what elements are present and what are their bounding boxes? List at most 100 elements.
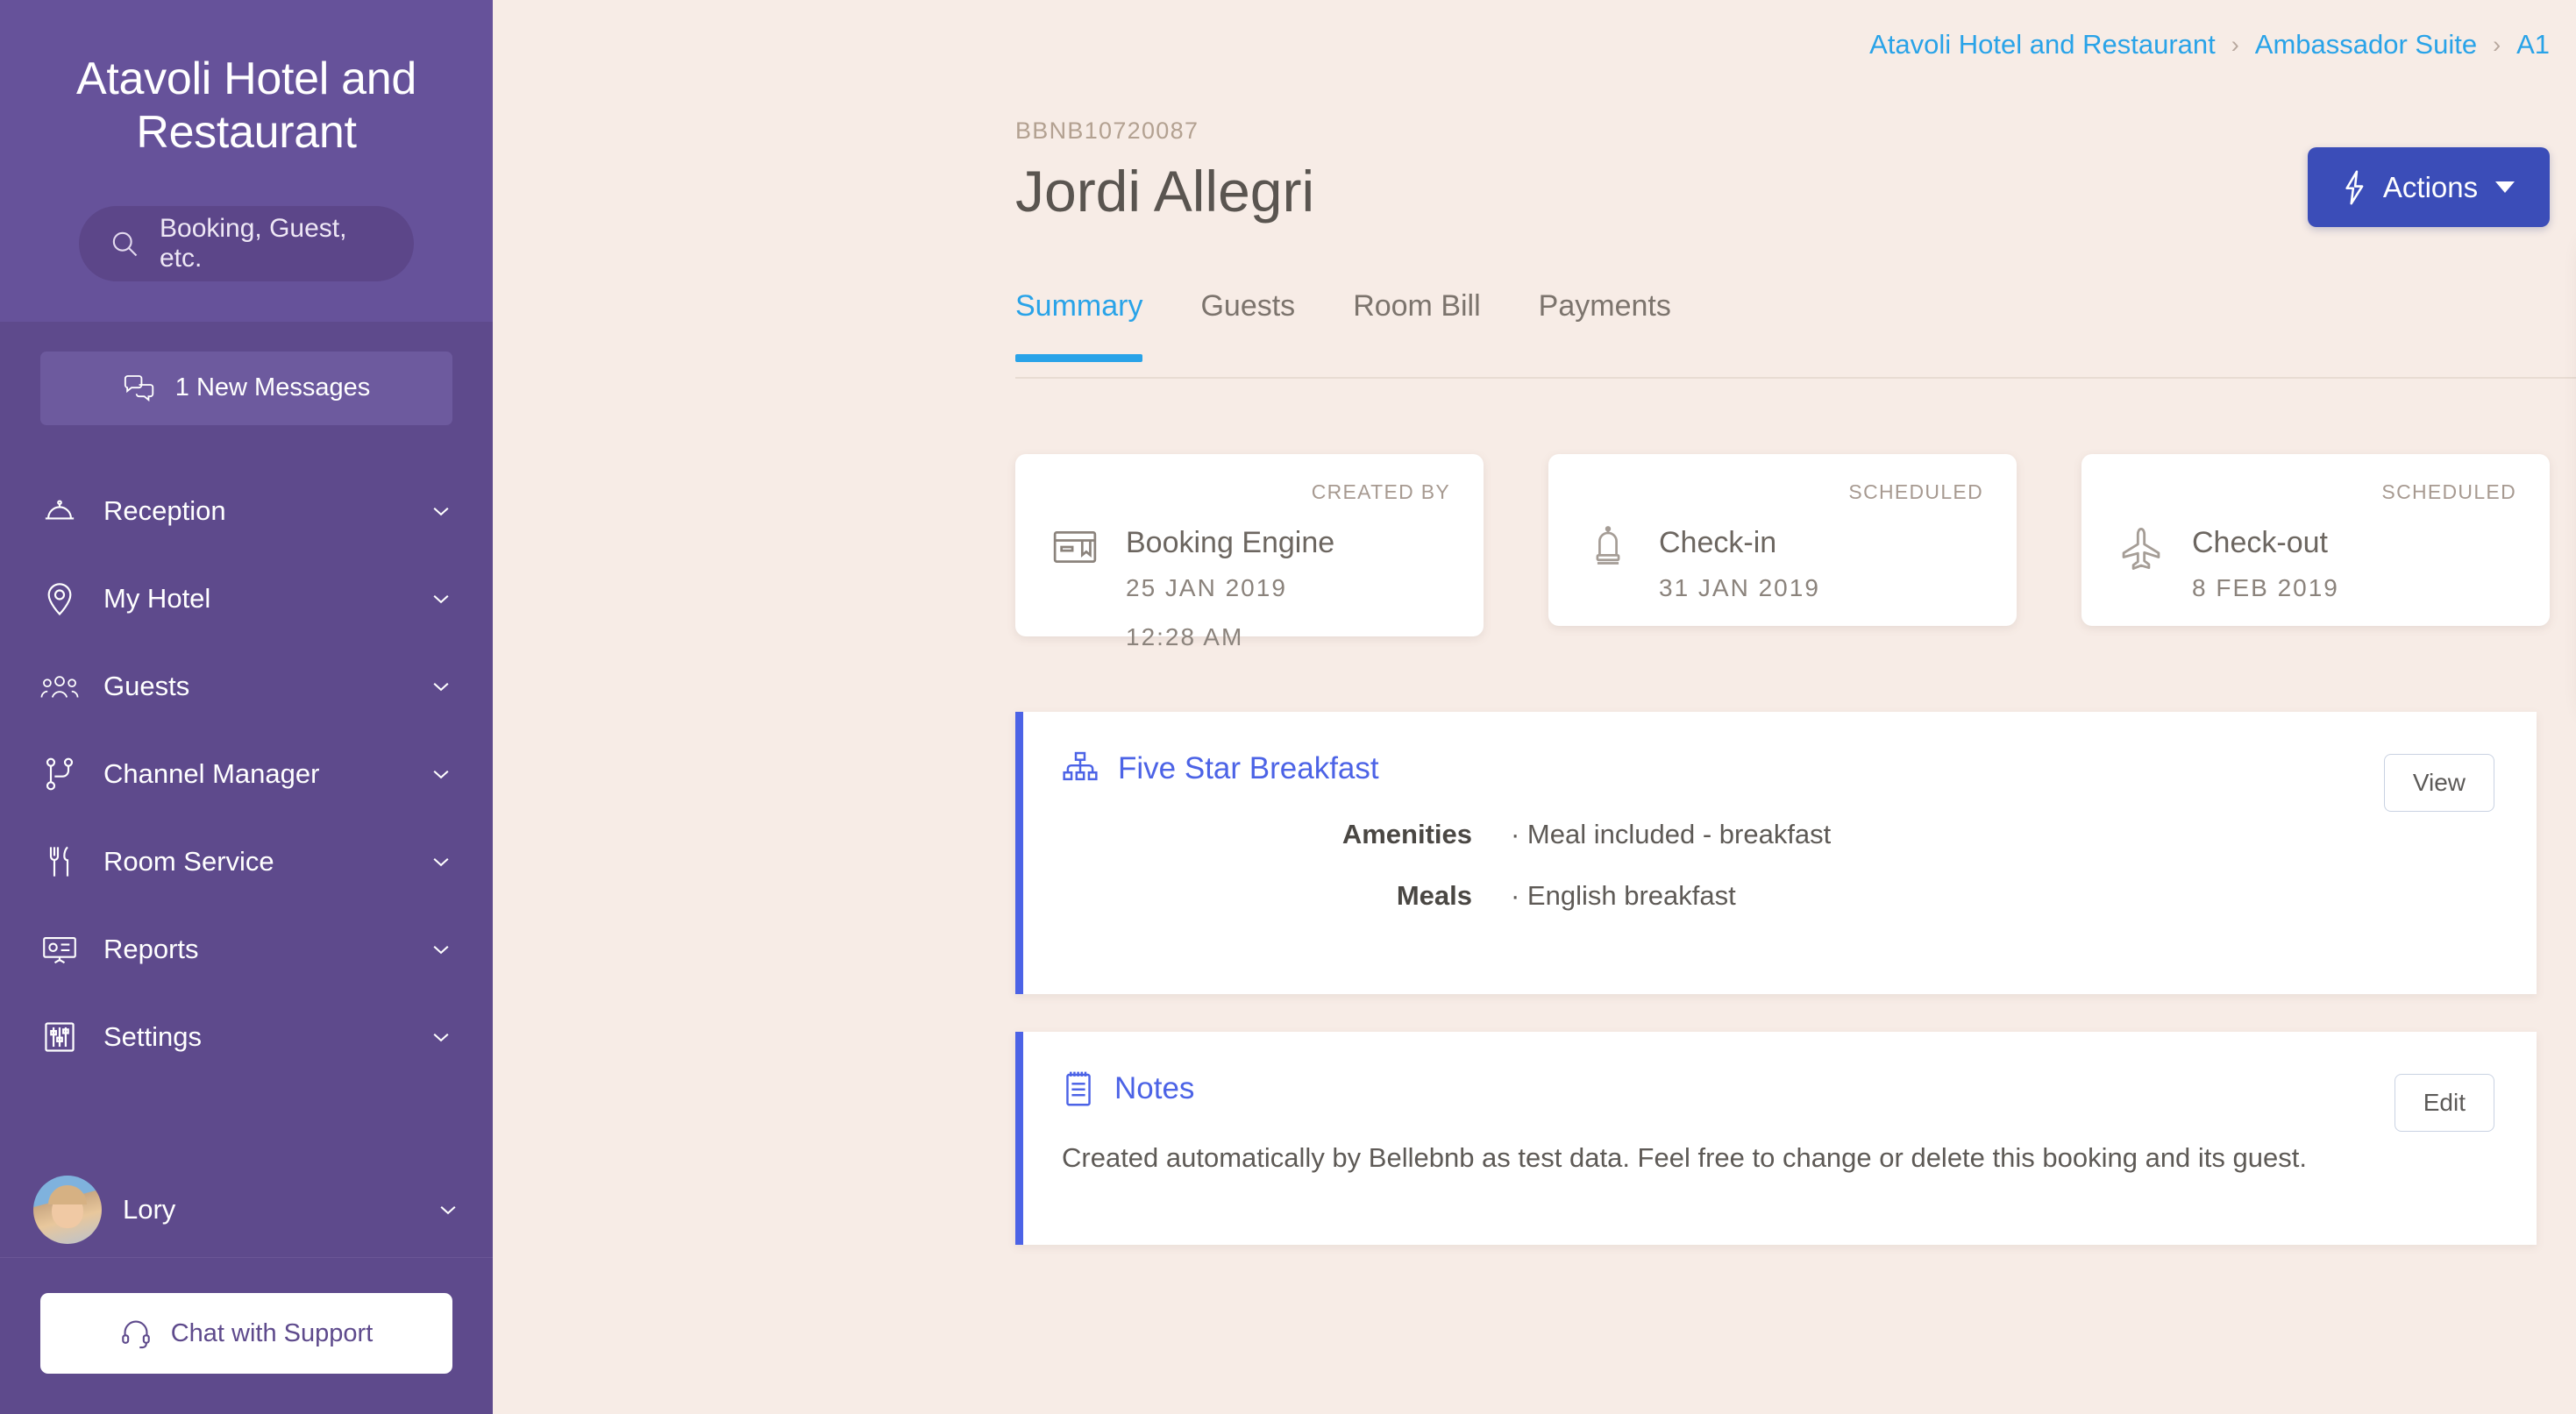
breadcrumb: Atavoli Hotel and Restaurant › Ambassado… xyxy=(1869,29,2550,60)
notepad-icon xyxy=(1062,1070,1095,1107)
sidebar-item-reception[interactable]: Reception xyxy=(0,467,493,555)
airplane-icon xyxy=(2117,526,2166,572)
status-card-tag: SCHEDULED xyxy=(1848,480,1983,503)
support-wrap: Chat with Support xyxy=(0,1258,493,1414)
presentation-icon xyxy=(40,934,79,965)
status-card-title: Check-out xyxy=(2192,526,2328,559)
messages-wrap: 1 New Messages xyxy=(0,321,493,451)
sliders-icon xyxy=(40,1020,79,1054)
cutlery-icon xyxy=(40,844,79,879)
detail-label: Meals xyxy=(1396,880,1472,911)
notes-panel-title: Notes xyxy=(1114,1071,1195,1105)
search-icon xyxy=(109,228,140,259)
actions-button[interactable]: Actions xyxy=(2308,147,2550,227)
lightning-bolt-icon xyxy=(2343,170,2366,205)
user-profile[interactable]: Lory xyxy=(0,1162,493,1258)
service-bell-icon xyxy=(1583,526,1633,570)
tab-room-bill[interactable]: Room Bill xyxy=(1353,289,1480,362)
sidebar-item-label: Channel Manager xyxy=(103,757,320,789)
sidebar-item-label: Reception xyxy=(103,494,226,526)
headset-icon xyxy=(120,1318,152,1349)
tabs-divider xyxy=(1015,377,2576,379)
chevron-down-icon xyxy=(430,1026,452,1048)
search-placeholder: Booking, Guest, etc. xyxy=(160,213,347,273)
bell-icon xyxy=(40,496,79,526)
messages-label: 1 New Messages xyxy=(174,373,371,402)
sidebar-item-reports[interactable]: Reports xyxy=(0,906,493,993)
chat-with-support-button[interactable]: Chat with Support xyxy=(40,1293,452,1374)
sidebar-item-my-hotel[interactable]: My Hotel xyxy=(0,555,493,643)
chat-bubbles-icon xyxy=(123,373,158,403)
detail-value: · English breakfast xyxy=(1511,880,1736,911)
breadcrumb-separator: › xyxy=(2231,31,2239,58)
user-name: Lory xyxy=(123,1193,176,1225)
sidebar-item-label: My Hotel xyxy=(103,582,211,614)
sidebar-item-label: Settings xyxy=(103,1020,203,1052)
new-messages-button[interactable]: 1 New Messages xyxy=(40,351,452,425)
status-card-created-by: CREATED BY Booking Engine 25 JAN 2019 12… xyxy=(1015,454,1484,650)
chevron-down-icon xyxy=(430,938,452,961)
sidebar: Atavoli Hotel and Restaurant Booking, Gu… xyxy=(0,0,493,1414)
sidebar-item-guests[interactable]: Guests xyxy=(0,643,493,730)
edit-button[interactable]: Edit xyxy=(2394,1074,2494,1132)
breadcrumb-item-hotel[interactable]: Atavoli Hotel and Restaurant xyxy=(1869,29,2216,60)
chevron-down-icon xyxy=(430,675,452,698)
detail-label: Amenities xyxy=(1341,819,1472,849)
people-icon xyxy=(40,672,79,700)
status-card-row: CREATED BY Booking Engine 25 JAN 2019 12… xyxy=(1015,454,2550,650)
tab-payments[interactable]: Payments xyxy=(1539,289,1671,362)
org-chart-icon xyxy=(1062,750,1099,787)
chevron-down-icon xyxy=(437,1198,459,1221)
status-card-title: Check-in xyxy=(1659,526,1777,559)
app-root: Atavoli Hotel and Restaurant Booking, Gu… xyxy=(0,0,2576,1414)
sidebar-item-label: Guests xyxy=(103,670,190,701)
caret-down-icon xyxy=(2495,181,2516,193)
sidebar-nav: Reception My Hotel Guests Channel Manage… xyxy=(0,451,493,1162)
tab-summary[interactable]: Summary xyxy=(1015,289,1143,362)
breadcrumb-item-suite[interactable]: Ambassador Suite xyxy=(2255,29,2477,60)
status-card-date: 25 JAN 2019 xyxy=(1126,574,1287,601)
sidebar-item-label: Room Service xyxy=(103,845,274,877)
sidebar-item-label: Reports xyxy=(103,933,199,964)
status-card-time: 12:28 AM xyxy=(1126,623,1244,650)
status-card-title: Booking Engine xyxy=(1126,526,1335,559)
breakfast-detail-rows: Amenities · Meal included - breakfast Me… xyxy=(1023,819,2537,912)
detail-row: Meals · English breakfast xyxy=(1062,880,2537,912)
chevron-down-icon xyxy=(430,763,452,785)
actions-button-label: Actions xyxy=(2382,170,2479,203)
breadcrumb-separator: › xyxy=(2493,31,2501,58)
breakfast-panel-title: Five Star Breakfast xyxy=(1118,751,1379,785)
booking-reference: BBNB10720087 xyxy=(1015,117,1199,144)
booking-card-icon xyxy=(1050,526,1099,568)
view-button[interactable]: View xyxy=(2383,754,2494,812)
status-card-tag: SCHEDULED xyxy=(2381,480,2516,503)
sidebar-item-room-service[interactable]: Room Service xyxy=(0,818,493,906)
sidebar-item-channel-manager[interactable]: Channel Manager xyxy=(0,730,493,818)
status-card-check-out: SCHEDULED Check-out 8 FEB 2019 xyxy=(2081,454,2550,626)
detail-row: Amenities · Meal included - breakfast xyxy=(1062,819,2537,850)
chevron-down-icon xyxy=(430,587,452,610)
status-card-tag: CREATED BY xyxy=(1311,480,1450,503)
chevron-down-icon xyxy=(430,500,452,522)
notes-text: Created automatically by Bellebnb as tes… xyxy=(1062,1142,2307,1173)
main-content: Atavoli Hotel and Restaurant › Ambassado… xyxy=(493,0,2576,1414)
support-label: Chat with Support xyxy=(170,1318,374,1347)
page-title: Jordi Allegri xyxy=(1015,159,1315,224)
status-card-check-in: SCHEDULED Check-in 31 JAN 2019 xyxy=(1548,454,2017,626)
brand-title: Atavoli Hotel and Restaurant xyxy=(75,53,417,159)
search-input[interactable]: Booking, Guest, etc. xyxy=(79,205,414,281)
status-card-date: 31 JAN 2019 xyxy=(1659,574,1820,601)
breadcrumb-item-room[interactable]: A1 xyxy=(2516,29,2550,60)
avatar xyxy=(33,1175,102,1244)
sidebar-item-settings[interactable]: Settings xyxy=(0,993,493,1081)
status-card-date: 8 FEB 2019 xyxy=(2192,574,2339,601)
sidebar-top: Atavoli Hotel and Restaurant Booking, Gu… xyxy=(0,0,493,322)
tab-bar: Summary Guests Room Bill Payments xyxy=(1015,289,1671,362)
breakfast-panel: Five Star Breakfast View Amenities · Mea… xyxy=(1015,712,2537,994)
chevron-down-icon xyxy=(430,850,452,873)
nodes-icon xyxy=(40,757,79,792)
map-pin-icon xyxy=(40,581,79,616)
notes-panel: Notes Edit Created automatically by Bell… xyxy=(1015,1032,2537,1245)
detail-value: · Meal included - breakfast xyxy=(1511,819,1832,849)
tab-guests[interactable]: Guests xyxy=(1200,289,1295,362)
